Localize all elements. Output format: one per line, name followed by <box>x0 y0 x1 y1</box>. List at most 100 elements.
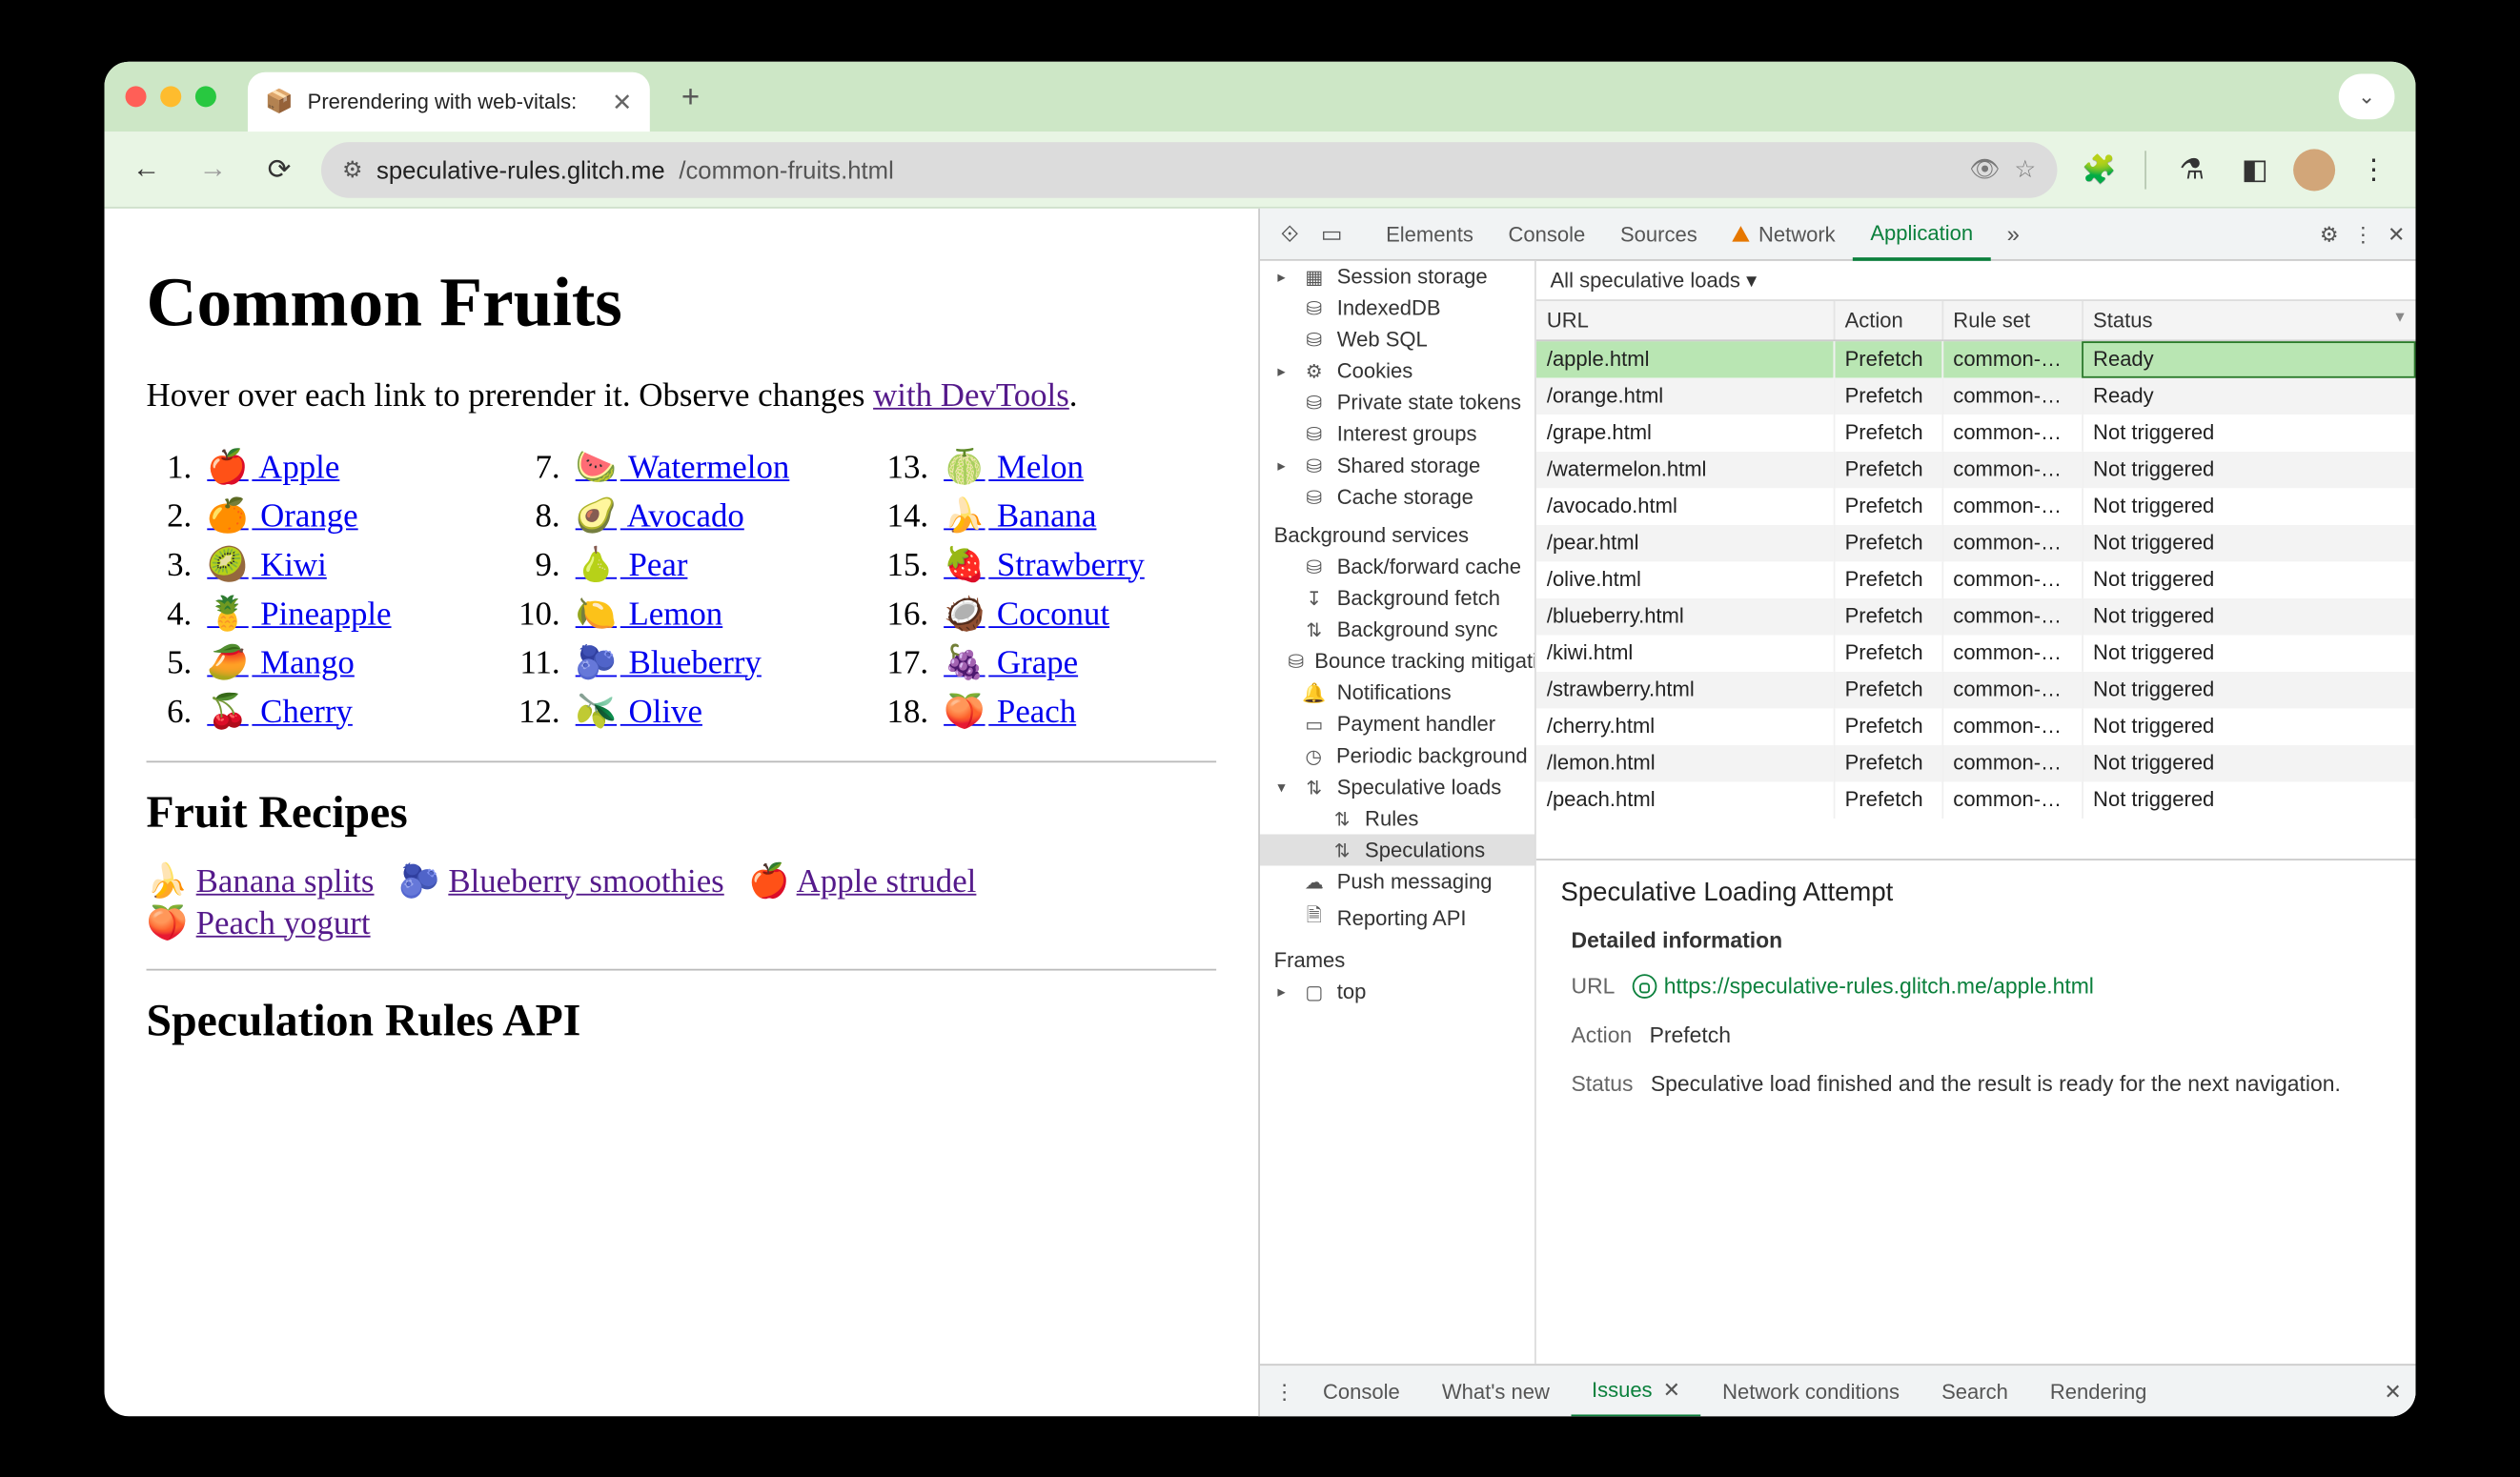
reload-button[interactable]: ⟳ <box>254 144 303 192</box>
filter-dropdown[interactable]: All speculative loads ▾ <box>1550 268 1757 293</box>
back-button[interactable]: ← <box>122 144 171 192</box>
devtools-tab-elements[interactable]: Elements <box>1369 207 1491 259</box>
table-row[interactable]: /avocado.htmlPrefetchcommon-…Not trigger… <box>1536 487 2415 524</box>
sidebar-item[interactable]: 🔔Notifications <box>1260 677 1534 708</box>
recipe-link[interactable]: Apple strudel <box>797 862 977 900</box>
drawer-tab-what-s-new[interactable]: What's new <box>1421 1365 1571 1416</box>
sidebar-item[interactable]: ⇅Background sync <box>1260 614 1534 645</box>
table-row[interactable]: /pear.htmlPrefetchcommon-…Not triggered <box>1536 523 2415 560</box>
sidebar-item[interactable]: ▾⇅Speculative loads <box>1260 771 1534 802</box>
table-row[interactable]: /olive.htmlPrefetchcommon-…Not triggered <box>1536 560 2415 597</box>
fruit-link[interactable]: 🍋 Lemon <box>576 596 723 633</box>
sidebar-item[interactable]: 🗎Reporting API <box>1260 897 1534 937</box>
sidebar-item[interactable]: ⛁Cache storage <box>1260 480 1534 512</box>
sidebar-item[interactable]: ▸⚙Cookies <box>1260 354 1534 386</box>
close-icon[interactable]: ✕ <box>1663 1377 1680 1402</box>
fruit-link[interactable]: 🥥 Coconut <box>944 596 1109 633</box>
bookmark-icon[interactable]: ☆ <box>2014 153 2036 183</box>
sidebar-item[interactable]: ⛁Private state tokens <box>1260 386 1534 417</box>
recipe-link[interactable]: Blueberry smoothies <box>448 862 723 900</box>
fruit-link[interactable]: 🍓 Strawberry <box>944 546 1145 583</box>
table-row[interactable]: /orange.htmlPrefetchcommon-…Ready <box>1536 376 2415 414</box>
devtools-tab-network[interactable]: Network <box>1715 207 1853 259</box>
drawer-menu-icon[interactable]: ⋮ <box>1274 1378 1295 1403</box>
recipe-link[interactable]: Banana splits <box>196 862 375 900</box>
address-bar[interactable]: ⚙ speculative-rules.glitch.me/common-fru… <box>321 141 2057 197</box>
devtools-link[interactable]: with DevTools <box>873 377 1069 415</box>
sidebar-item[interactable]: ⛁IndexedDB <box>1260 292 1534 323</box>
devtools-tab-console[interactable]: Console <box>1491 207 1602 259</box>
new-tab-button[interactable]: + <box>663 78 717 115</box>
settings-icon[interactable]: ⚙ <box>2320 221 2339 246</box>
sidebar-item[interactable]: ▸▦Session storage <box>1260 260 1534 292</box>
column-header[interactable]: URL <box>1536 301 1834 340</box>
table-row[interactable]: /kiwi.htmlPrefetchcommon-…Not triggered <box>1536 634 2415 671</box>
sidebar-item[interactable]: ⛁Bounce tracking mitigation <box>1260 645 1534 677</box>
drawer-tab-rendering[interactable]: Rendering <box>2029 1365 2168 1416</box>
sidebar-item[interactable]: ⇅Speculations <box>1260 834 1534 865</box>
extensions-icon[interactable]: 🧩 <box>2075 144 2124 192</box>
close-tab-icon[interactable]: ✕ <box>612 87 633 116</box>
table-row[interactable]: /peach.htmlPrefetchcommon-…Not triggered <box>1536 780 2415 818</box>
fruit-link[interactable]: 🍊 Orange <box>207 497 357 535</box>
close-window-button[interactable] <box>126 86 147 107</box>
drawer-tab-network-conditions[interactable]: Network conditions <box>1701 1365 1920 1416</box>
table-row[interactable]: /watermelon.htmlPrefetchcommon-…Not trig… <box>1536 450 2415 487</box>
fruit-link[interactable]: 🍈 Melon <box>944 449 1084 486</box>
sidebar-item[interactable]: ⇅Rules <box>1260 802 1534 834</box>
labs-icon[interactable]: ⚗ <box>2167 144 2216 192</box>
fruit-link[interactable]: 🍉 Watermelon <box>576 449 790 486</box>
drawer-tab-issues[interactable]: Issues ✕ <box>1571 1365 1701 1416</box>
fruit-link[interactable]: 🍐 Pear <box>576 546 688 583</box>
devtools-tab-sources[interactable]: Sources <box>1603 207 1715 259</box>
minimize-window-button[interactable] <box>160 86 181 107</box>
table-row[interactable]: /strawberry.htmlPrefetchcommon-…Not trig… <box>1536 670 2415 707</box>
menu-icon[interactable]: ⋮ <box>2349 144 2398 192</box>
profile-avatar[interactable] <box>2293 148 2335 190</box>
sidebar-item[interactable]: ⛁Back/forward cache <box>1260 551 1534 582</box>
fruit-link[interactable]: 🫐 Blueberry <box>576 644 762 681</box>
frame-top[interactable]: ▸▢top <box>1260 976 1534 1007</box>
table-row[interactable]: /grape.htmlPrefetchcommon-…Not triggered <box>1536 414 2415 451</box>
fruit-link[interactable]: 🍍 Pineapple <box>207 596 391 633</box>
fruit-link[interactable]: 🥭 Mango <box>207 644 355 681</box>
column-header[interactable]: Rule set <box>1941 301 2082 340</box>
recipe-link[interactable]: Peach yogurt <box>196 904 371 941</box>
inspect-icon[interactable]: ⟐ <box>1270 219 1309 247</box>
fruit-link[interactable]: 🫒 Olive <box>576 693 702 730</box>
tabs-overflow-button[interactable]: ⌄ <box>2339 73 2395 119</box>
devtools-tab-application[interactable]: Application <box>1853 207 1990 259</box>
browser-tab[interactable]: 📦 Prerendering with web-vitals: ✕ <box>248 71 650 131</box>
sidebar-item[interactable]: ☁Push messaging <box>1260 865 1534 897</box>
fruit-link[interactable]: 🥝 Kiwi <box>207 546 327 583</box>
site-info-icon[interactable]: ⚙ <box>342 154 362 182</box>
sidebar-item[interactable]: ⛁Interest groups <box>1260 417 1534 449</box>
eye-off-icon[interactable]: 👁 <box>1969 153 2001 183</box>
side-panel-icon[interactable]: ◧ <box>2230 144 2279 192</box>
column-header[interactable]: Action <box>1834 301 1942 340</box>
device-toggle-icon[interactable]: ▭ <box>1312 219 1351 247</box>
table-row[interactable]: /blueberry.htmlPrefetchcommon-…Not trigg… <box>1536 597 2415 634</box>
detail-url-link[interactable]: https://speculative-rules.glitch.me/appl… <box>1664 974 2094 999</box>
table-row[interactable]: /cherry.htmlPrefetchcommon-…Not triggere… <box>1536 707 2415 744</box>
column-header[interactable]: Status <box>2082 301 2414 340</box>
forward-button[interactable]: → <box>189 144 237 192</box>
table-row[interactable]: /apple.htmlPrefetchcommon-…Ready <box>1536 340 2415 377</box>
fruit-link[interactable]: 🥑 Avocado <box>576 497 744 535</box>
drawer-tab-console[interactable]: Console <box>1302 1365 1421 1416</box>
fruit-link[interactable]: 🍎 Apple <box>207 449 339 486</box>
fruit-link[interactable]: 🍑 Peach <box>944 693 1076 730</box>
sidebar-item[interactable]: ⛁Web SQL <box>1260 323 1534 354</box>
fruit-link[interactable]: 🍇 Grape <box>944 644 1078 681</box>
close-devtools-icon[interactable]: ✕ <box>2388 221 2405 246</box>
more-tabs-icon[interactable]: » <box>1994 220 2032 247</box>
kebab-icon[interactable]: ⋮ <box>2352 221 2373 246</box>
sidebar-item[interactable]: ▸⛁Shared storage <box>1260 449 1534 480</box>
sidebar-item[interactable]: ↧Background fetch <box>1260 582 1534 614</box>
drawer-tab-search[interactable]: Search <box>1920 1365 2029 1416</box>
table-row[interactable]: /lemon.htmlPrefetchcommon-…Not triggered <box>1536 744 2415 781</box>
maximize-window-button[interactable] <box>195 86 216 107</box>
fruit-link[interactable]: 🍒 Cherry <box>207 693 353 730</box>
sidebar-item[interactable]: ▭Payment handler <box>1260 708 1534 739</box>
sidebar-item[interactable]: ◷Periodic background <box>1260 739 1534 771</box>
